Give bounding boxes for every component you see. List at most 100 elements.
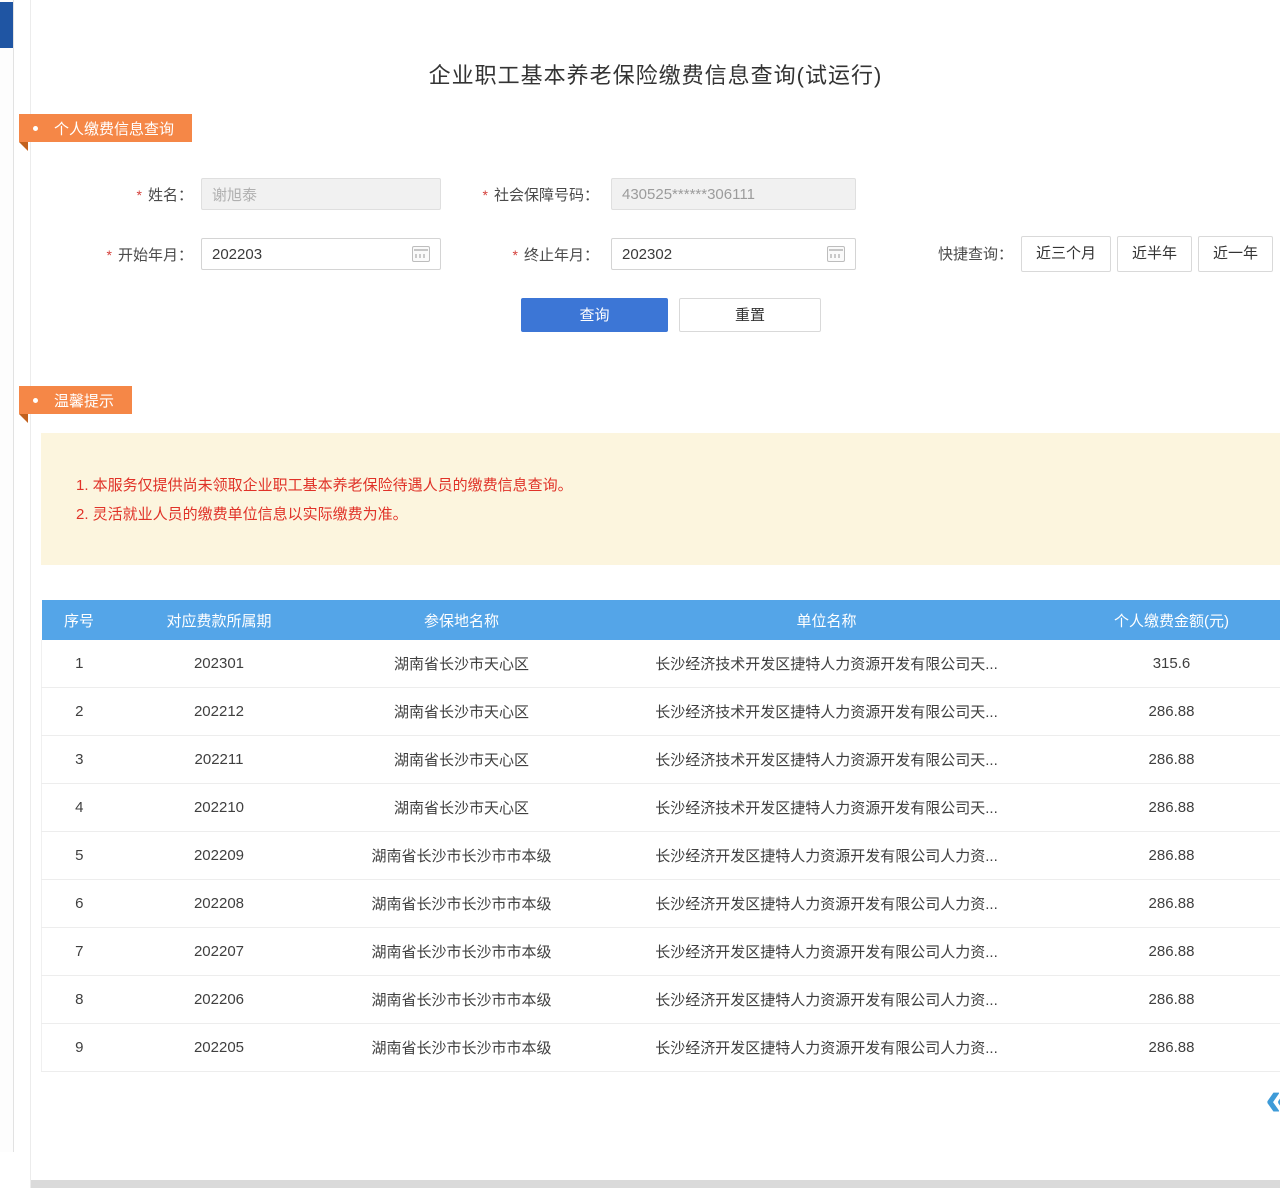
table-cell: 202211 <box>117 736 322 784</box>
required-asterisk: * <box>483 187 488 203</box>
quick-btn-3months[interactable]: 近三个月 <box>1021 236 1111 272</box>
calendar-icon[interactable] <box>412 246 430 262</box>
table-cell: 286.88 <box>1052 880 1280 928</box>
table-cell: 286.88 <box>1052 976 1280 1024</box>
table-cell: 长沙经济技术开发区捷特人力资源开发有限公司天... <box>602 736 1052 784</box>
table-cell: 长沙经济开发区捷特人力资源开发有限公司人力资... <box>602 832 1052 880</box>
table-cell: 286.88 <box>1052 688 1280 736</box>
table-cell: 湖南省长沙市长沙市市本级 <box>322 1024 602 1072</box>
table-cell: 湖南省长沙市天心区 <box>322 640 602 688</box>
table-cell: 286.88 <box>1052 928 1280 976</box>
table-cell: 湖南省长沙市天心区 <box>322 688 602 736</box>
bullet-icon <box>33 126 38 131</box>
table-cell: 202207 <box>117 928 322 976</box>
table-cell: 202212 <box>117 688 322 736</box>
table-header-cell: 对应费款所属期 <box>117 600 322 640</box>
table-cell: 9 <box>42 1024 117 1072</box>
table-row: 6202208湖南省长沙市长沙市市本级长沙经济开发区捷特人力资源开发有限公司人力… <box>42 880 1280 928</box>
table-cell: 202210 <box>117 784 322 832</box>
table-cell: 202301 <box>117 640 322 688</box>
name-field: 谢旭泰 <box>201 178 441 210</box>
table-cell: 湖南省长沙市长沙市市本级 <box>322 880 602 928</box>
table-header-cell: 个人缴费金额(元) <box>1052 600 1280 640</box>
ssn-field: 430525******306111 <box>611 178 856 210</box>
table-row: 8202206湖南省长沙市长沙市市本级长沙经济开发区捷特人力资源开发有限公司人力… <box>42 976 1280 1024</box>
table-cell: 8 <box>42 976 117 1024</box>
table-cell: 湖南省长沙市长沙市市本级 <box>322 928 602 976</box>
table-cell: 长沙经济开发区捷特人力资源开发有限公司人力资... <box>602 976 1052 1024</box>
start-month-value: 202203 <box>212 246 412 263</box>
table-cell: 长沙经济开发区捷特人力资源开发有限公司人力资... <box>602 880 1052 928</box>
table-header-cell: 序号 <box>42 600 117 640</box>
table-cell: 286.88 <box>1052 832 1280 880</box>
table-cell: 7 <box>42 928 117 976</box>
required-asterisk: * <box>137 187 142 203</box>
bottom-scrollbar[interactable] <box>31 1180 1280 1188</box>
table-cell: 长沙经济开发区捷特人力资源开发有限公司人力资... <box>602 928 1052 976</box>
table-cell: 湖南省长沙市天心区 <box>322 784 602 832</box>
table-cell: 315.6 <box>1052 640 1280 688</box>
left-sidebar-strip <box>0 0 14 1152</box>
table-row: 4202210湖南省长沙市天心区长沙经济技术开发区捷特人力资源开发有限公司天..… <box>42 784 1280 832</box>
table-row: 5202209湖南省长沙市长沙市市本级长沙经济开发区捷特人力资源开发有限公司人力… <box>42 832 1280 880</box>
payment-table: 序号对应费款所属期参保地名称单位名称个人缴费金额(元) 1202301湖南省长沙… <box>41 600 1280 1072</box>
calendar-icon[interactable] <box>827 246 845 262</box>
collapse-chevron-icon[interactable]: « <box>1265 1076 1280 1124</box>
table-cell: 202209 <box>117 832 322 880</box>
notice-box: 1. 本服务仅提供尚未领取企业职工基本养老保险待遇人员的缴费信息查询。 2. 灵… <box>41 433 1280 565</box>
table-cell: 202206 <box>117 976 322 1024</box>
table-cell: 长沙经济技术开发区捷特人力资源开发有限公司天... <box>602 688 1052 736</box>
table-row: 9202205湖南省长沙市长沙市市本级长沙经济开发区捷特人力资源开发有限公司人力… <box>42 1024 1280 1072</box>
badge-fold-corner <box>19 414 28 423</box>
table-cell: 湖南省长沙市天心区 <box>322 736 602 784</box>
table-row: 1202301湖南省长沙市天心区长沙经济技术开发区捷特人力资源开发有限公司天..… <box>42 640 1280 688</box>
page-title: 企业职工基本养老保险缴费信息查询(试运行) <box>31 58 1280 90</box>
table-header-row: 序号对应费款所属期参保地名称单位名称个人缴费金额(元) <box>42 600 1280 640</box>
required-asterisk: * <box>107 247 112 263</box>
end-month-value: 202302 <box>622 246 827 263</box>
table-cell: 3 <box>42 736 117 784</box>
table-cell: 长沙经济开发区捷特人力资源开发有限公司人力资... <box>602 1024 1052 1072</box>
table-cell: 202205 <box>117 1024 322 1072</box>
notice-line: 2. 灵活就业人员的缴费单位信息以实际缴费为准。 <box>76 502 1260 527</box>
table-cell: 长沙经济技术开发区捷特人力资源开发有限公司天... <box>602 784 1052 832</box>
name-field-value: 谢旭泰 <box>212 184 430 205</box>
table-cell: 长沙经济技术开发区捷特人力资源开发有限公司天... <box>602 640 1052 688</box>
start-month-field[interactable]: 202203 <box>201 238 441 270</box>
section-badge-query: 个人缴费信息查询 <box>19 114 192 142</box>
table-cell: 286.88 <box>1052 1024 1280 1072</box>
end-month-field[interactable]: 202302 <box>611 238 856 270</box>
section-badge-tips-label: 温馨提示 <box>54 390 114 411</box>
query-button[interactable]: 查询 <box>521 298 668 332</box>
table-row: 7202207湖南省长沙市长沙市市本级长沙经济开发区捷特人力资源开发有限公司人力… <box>42 928 1280 976</box>
ssn-label: *社会保障号码： <box>437 178 599 212</box>
table-cell: 5 <box>42 832 117 880</box>
quick-btn-halfyear[interactable]: 近半年 <box>1117 236 1192 272</box>
table-cell: 1 <box>42 640 117 688</box>
section-badge-tips: 温馨提示 <box>19 386 132 414</box>
table-body: 1202301湖南省长沙市天心区长沙经济技术开发区捷特人力资源开发有限公司天..… <box>42 640 1280 1072</box>
table-header-cell: 参保地名称 <box>322 600 602 640</box>
notice-line: 1. 本服务仅提供尚未领取企业职工基本养老保险待遇人员的缴费信息查询。 <box>76 473 1260 498</box>
table-cell: 4 <box>42 784 117 832</box>
table-row: 2202212湖南省长沙市天心区长沙经济技术开发区捷特人力资源开发有限公司天..… <box>42 688 1280 736</box>
table-cell: 2 <box>42 688 117 736</box>
bullet-icon <box>33 398 38 403</box>
main-panel: 企业职工基本养老保险缴费信息查询(试运行) 个人缴费信息查询 *姓名： 谢旭泰 … <box>30 0 1280 1188</box>
quick-query-label: 快捷查询： <box>911 238 1013 272</box>
table-cell: 湖南省长沙市长沙市市本级 <box>322 976 602 1024</box>
table-cell: 202208 <box>117 880 322 928</box>
reset-button[interactable]: 重置 <box>679 298 821 332</box>
ssn-field-value: 430525******306111 <box>622 186 845 203</box>
quick-btn-oneyear[interactable]: 近一年 <box>1198 236 1273 272</box>
start-month-label: *开始年月： <box>89 238 193 272</box>
table-header-cell: 单位名称 <box>602 600 1052 640</box>
section-badge-query-label: 个人缴费信息查询 <box>54 118 174 139</box>
badge-fold-corner <box>19 142 28 151</box>
required-asterisk: * <box>513 247 518 263</box>
end-month-label: *终止年月： <box>437 238 599 272</box>
name-label: *姓名： <box>89 178 193 212</box>
table-cell: 6 <box>42 880 117 928</box>
sidebar-collapse-tab[interactable] <box>0 2 13 48</box>
quick-query-group: 近三个月 近半年 近一年 <box>1021 236 1273 272</box>
